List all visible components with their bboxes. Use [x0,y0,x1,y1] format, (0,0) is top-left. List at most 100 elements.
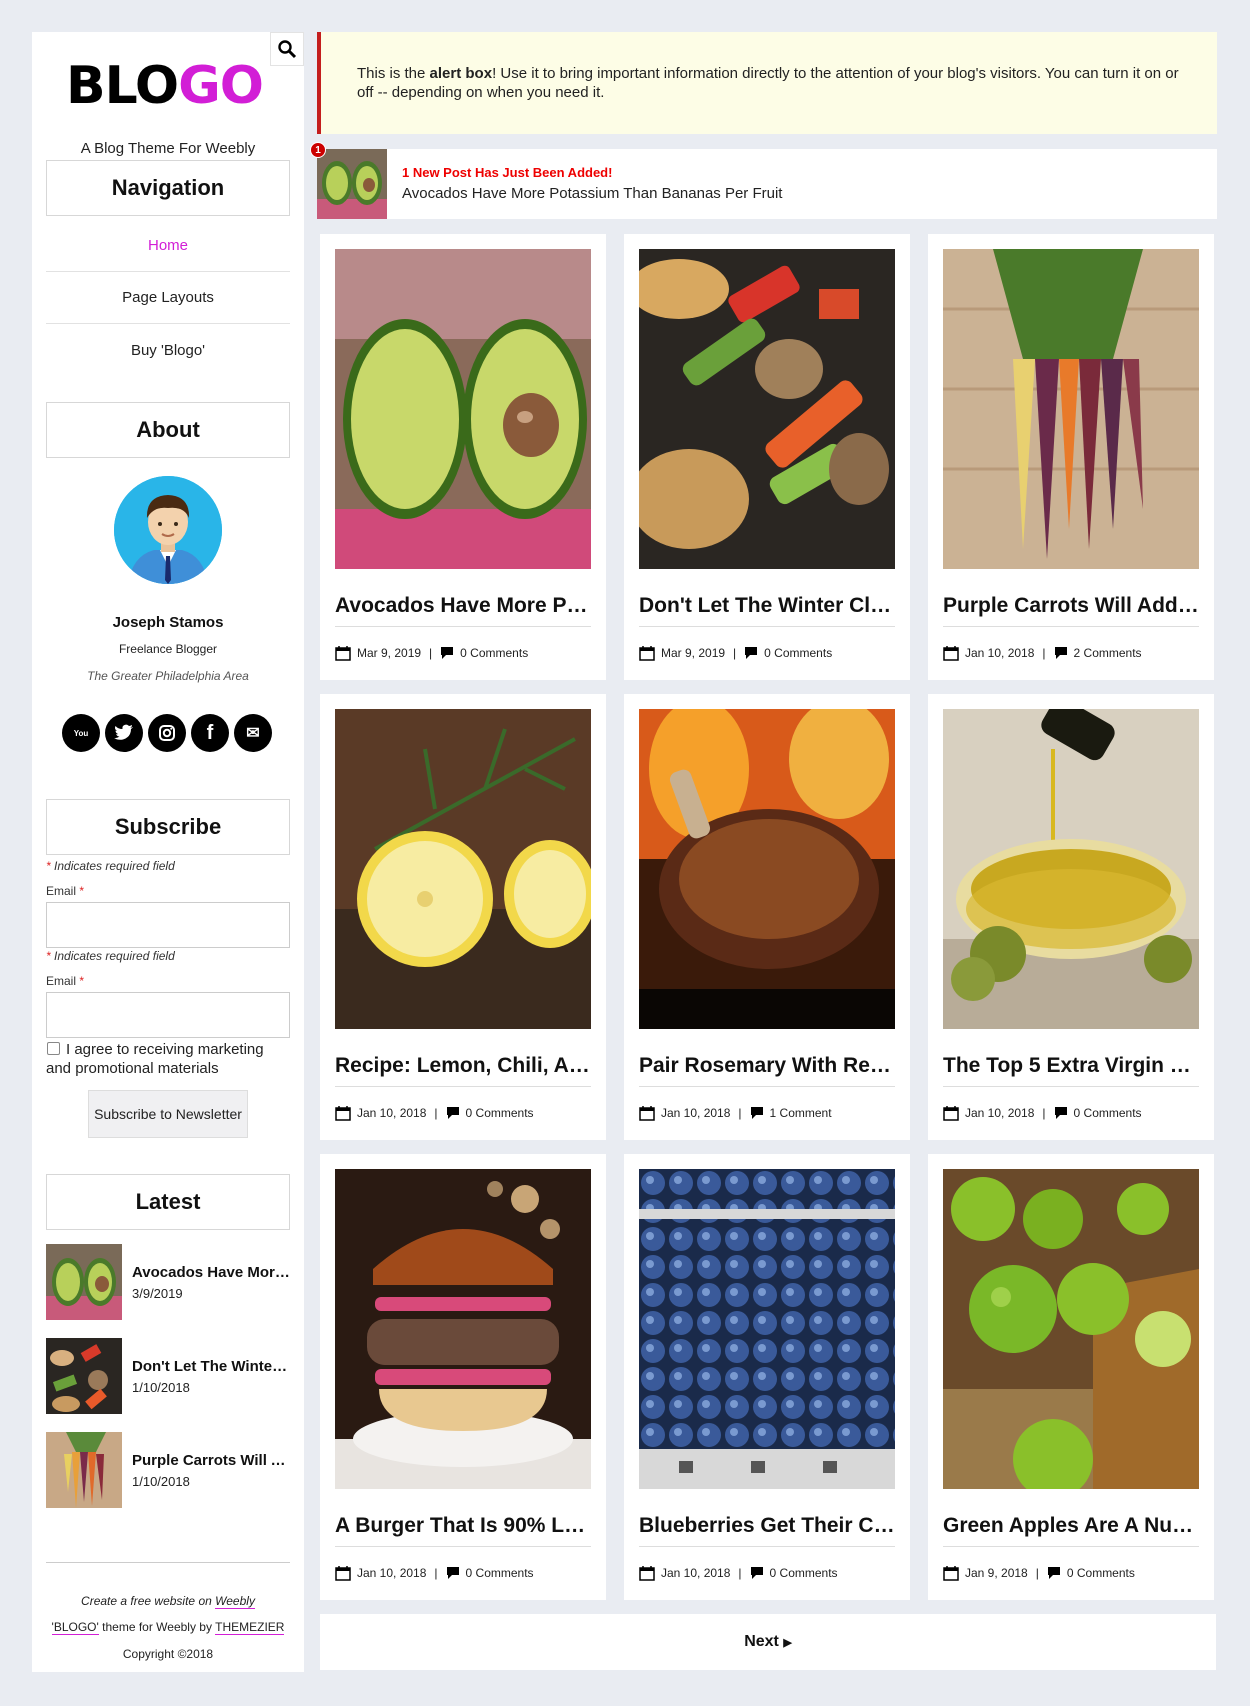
latest-post-title[interactable]: Purple Carrots Will Add A Fresh Look [132,1452,290,1469]
author-location: The Greater Philadelphia Area [87,669,249,683]
notice-post-title[interactable]: Avocados Have More Potassium Than Banana… [402,185,782,202]
post-image[interactable] [943,1169,1199,1489]
post-meta: Jan 10, 2018 | 0 Comments [639,1565,895,1581]
site-logo[interactable]: BLOGO [66,58,264,114]
author-name: Joseph Stamos [112,614,224,631]
agree-checkbox-label[interactable]: I agree to receiving marketing and promo… [46,1040,290,1078]
post-meta: Mar 9, 2019 | 0 Comments [335,645,591,661]
post-card[interactable]: Blueberries Get Their Color From Anthocy… [624,1154,910,1600]
post-title[interactable]: Green Apples Are A Nutritional Powerhous… [943,1514,1199,1538]
post-card[interactable]: Pair Rosemary With Red Meat Jan 10, 2018… [624,694,910,1140]
comment-count[interactable]: 2 Comments [1074,646,1142,660]
required-note: * Indicates required field [46,859,175,873]
list-item[interactable]: Purple Carrots Will Add A Fresh Look 1/1… [46,1432,290,1508]
caret-right-icon: ▶ [783,1637,792,1649]
agree-checkbox[interactable] [47,1042,60,1055]
post-title[interactable]: Blueberries Get Their Color From Anthocy… [639,1514,895,1538]
latest-post-date: 1/10/2018 [132,1474,190,1489]
calendar-icon [943,1566,959,1581]
alert-box: This is the alert box! Use it to bring i… [317,32,1217,134]
required-note: * Indicates required field [46,949,175,963]
post-card[interactable]: The Top 5 Extra Virgin Olive Oils Jan 10… [928,694,1214,1140]
footer-credit: Create a free website on Weebly [81,1594,255,1609]
calendar-icon [639,1566,655,1581]
comment-icon [446,1567,459,1579]
search-button[interactable] [270,32,304,66]
post-card[interactable]: Purple Carrots Will Add A Fresh Look Jan… [928,234,1214,680]
post-meta: Jan 10, 2018 | 2 Comments [943,645,1199,661]
post-meta: Jan 10, 2018 | 0 Comments [335,1565,591,1581]
calendar-icon [335,646,351,661]
facebook-icon[interactable]: f [191,714,229,752]
card-divider [943,1546,1199,1547]
post-card[interactable]: A Burger That Is 90% Lean Is Better Jan … [320,1154,606,1600]
comment-count[interactable]: 0 Comments [466,1566,534,1580]
footer-theme-credit: 'BLOGO' theme for Weebly by THEMEZIER [51,1620,285,1635]
nav-item-buy-blogo[interactable]: Buy 'Blogo' [46,324,290,376]
post-meta: Jan 9, 2018 | 0 Comments [943,1565,1199,1581]
footer-divider [46,1562,290,1563]
latest-post-title[interactable]: Avocados Have More Potassium Than Banana… [132,1264,290,1281]
card-divider [335,626,591,627]
post-image[interactable] [943,709,1199,1029]
weebly-link[interactable]: Weebly [215,1594,255,1609]
nav-item-home[interactable]: Home [46,220,290,272]
comment-count[interactable]: 0 Comments [460,646,528,660]
post-card[interactable]: Don't Let The Winter Close Your Grill Ma… [624,234,910,680]
post-title[interactable]: Avocados Have More Potassium Than Banana… [335,594,591,618]
new-post-notice[interactable]: 1 1 New Post Has Just Been Added! Avocad… [310,142,1217,219]
post-title[interactable]: Don't Let The Winter Close Your Grill [639,594,895,618]
post-image[interactable] [335,709,591,1029]
comment-icon [1054,647,1067,659]
comment-icon [750,1107,763,1119]
post-image[interactable] [639,249,895,569]
post-date: Jan 10, 2018 [661,1566,731,1580]
post-date: Mar 9, 2019 [661,646,726,660]
post-thumbnail[interactable] [317,149,387,219]
comment-count[interactable]: 0 Comments [1074,1106,1142,1120]
comment-count[interactable]: 1 Comment [770,1106,832,1120]
post-image[interactable] [639,709,895,1029]
post-image[interactable] [335,249,591,569]
post-meta: Jan 10, 2018 | 1 Comment [639,1105,895,1121]
subscribe-button[interactable]: Subscribe to Newsletter [88,1090,248,1138]
card-divider [639,1546,895,1547]
nav-item-page-layouts[interactable]: Page Layouts [46,272,290,324]
post-title[interactable]: Purple Carrots Will Add A Fresh Look [943,594,1199,618]
comment-count[interactable]: 0 Comments [764,646,832,660]
post-thumbnail[interactable] [46,1338,122,1414]
comment-count[interactable]: 0 Comments [1067,1566,1135,1580]
comment-count[interactable]: 0 Comments [770,1566,838,1580]
post-title[interactable]: The Top 5 Extra Virgin Olive Oils [943,1054,1199,1078]
post-meta: Jan 10, 2018 | 0 Comments [335,1105,591,1121]
themezier-link[interactable]: THEMEZIER [215,1620,285,1635]
post-date: Jan 10, 2018 [357,1106,427,1120]
list-item[interactable]: Avocados Have More Potassium Than Banana… [46,1244,290,1320]
post-image[interactable] [943,249,1199,569]
post-card[interactable]: Avocados Have More Potassium Than Banana… [320,234,606,680]
notification-badge: 1 [310,142,326,158]
youtube-icon[interactable]: You [62,714,100,752]
post-card[interactable]: Green Apples Are A Nutritional Powerhous… [928,1154,1214,1600]
next-page-link[interactable]: Next ▶ [744,1633,792,1651]
post-thumbnail[interactable] [46,1244,122,1320]
latest-post-title[interactable]: Don't Let The Winter Close Your Grill [132,1358,290,1375]
post-title[interactable]: A Burger That Is 90% Lean Is Better [335,1514,591,1538]
email-field[interactable] [46,902,290,948]
calendar-icon [943,646,959,661]
post-thumbnail[interactable] [46,1432,122,1508]
twitter-icon[interactable] [105,714,143,752]
email-field[interactable] [46,992,290,1038]
email-icon[interactable]: ✉ [234,714,272,752]
comment-count[interactable]: 0 Comments [466,1106,534,1120]
post-card[interactable]: Recipe: Lemon, Chili, And Rosemary Jan 1… [320,694,606,1140]
post-title[interactable]: Recipe: Lemon, Chili, And Rosemary [335,1054,591,1078]
post-image[interactable] [639,1169,895,1489]
list-item[interactable]: Don't Let The Winter Close Your Grill 1/… [46,1338,290,1414]
post-image[interactable] [335,1169,591,1489]
instagram-icon[interactable] [148,714,186,752]
author-role: Freelance Blogger [118,642,218,656]
blogo-link[interactable]: 'BLOGO' [51,1620,99,1635]
comment-icon [750,1567,763,1579]
post-title[interactable]: Pair Rosemary With Red Meat [639,1054,895,1078]
